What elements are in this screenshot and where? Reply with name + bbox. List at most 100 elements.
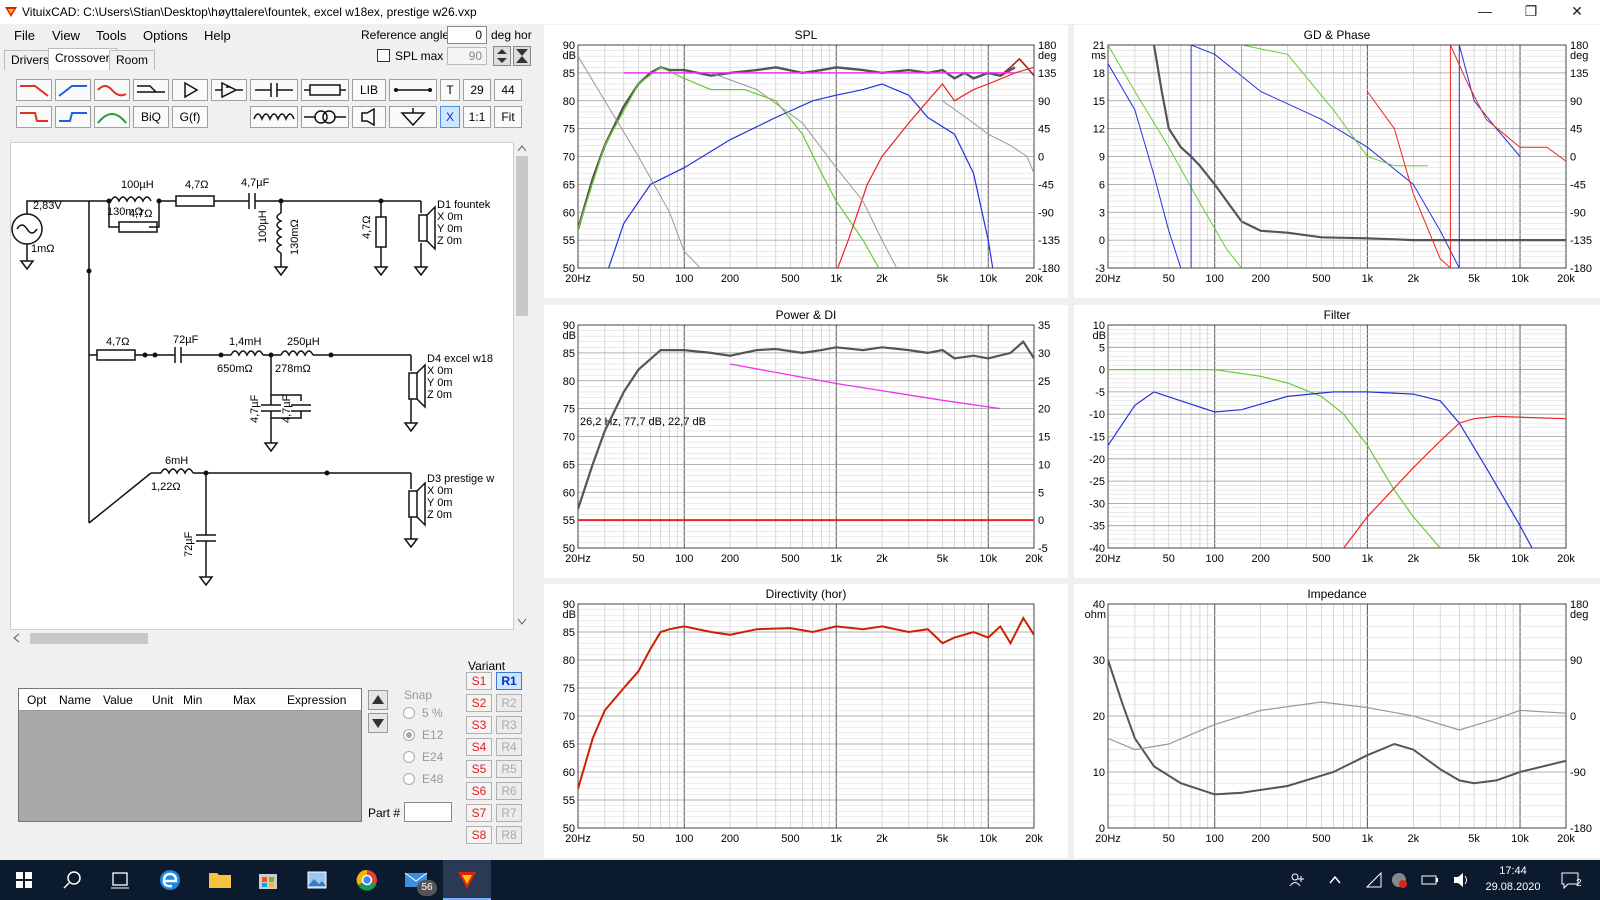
people-icon[interactable] — [1288, 871, 1306, 889]
edge-taskbar-button[interactable] — [146, 860, 194, 900]
driver-d1-label[interactable]: D1 fountek — [437, 199, 490, 211]
close-button[interactable]: ✕ — [1554, 0, 1600, 24]
start-button[interactable] — [0, 860, 48, 900]
impedance-chart[interactable]: Impedance 40 180 30 90 20 0 10 -90 0 -180 ohm deg 20… — [1074, 584, 1600, 858]
tab-crossover[interactable]: Crossover — [48, 48, 117, 70]
shelf-button[interactable] — [133, 79, 169, 101]
variant-s5-button[interactable]: S5 — [466, 760, 492, 778]
col-opt[interactable]: Opt — [27, 693, 46, 707]
optimizer-table[interactable]: Opt Name Value Unit Min Max Expression — [18, 688, 362, 822]
variant-s7-button[interactable]: S7 — [466, 804, 492, 822]
ground-button[interactable] — [389, 106, 437, 128]
snap-e48-radio[interactable] — [403, 773, 415, 785]
variant-r4-button[interactable]: R4 — [496, 738, 522, 756]
menu-file[interactable]: File — [14, 28, 35, 43]
variant-r8-button[interactable]: R8 — [496, 826, 522, 844]
schematic-horizontal-scrollbar[interactable] — [10, 630, 514, 646]
transfer-function-button[interactable]: G(f) — [172, 106, 208, 128]
snap-e12-radio[interactable] — [403, 729, 415, 741]
biquad-button[interactable]: BiQ — [133, 106, 169, 128]
variant-s6-button[interactable]: S6 — [466, 782, 492, 800]
file-explorer-taskbar-button[interactable] — [196, 860, 244, 900]
chevron-up-icon[interactable] — [1328, 873, 1342, 887]
move-up-button[interactable] — [368, 690, 388, 710]
col-min[interactable]: Min — [183, 693, 202, 707]
notch-button[interactable] — [94, 79, 130, 101]
volume-icon[interactable] — [1452, 871, 1470, 889]
library-button[interactable]: LIB — [352, 79, 386, 101]
part-number-input[interactable] — [404, 802, 452, 822]
menu-help[interactable]: Help — [204, 28, 231, 43]
search-button[interactable] — [48, 860, 96, 900]
menu-view[interactable]: View — [52, 28, 80, 43]
lowpass-2-button[interactable] — [16, 106, 52, 128]
capacitor-button[interactable] — [250, 79, 298, 101]
variant-s8-button[interactable]: S8 — [466, 826, 492, 844]
vituixcad-taskbar-button[interactable] — [443, 860, 491, 900]
horizontal-scroll-thumb[interactable] — [30, 633, 148, 644]
clock-date[interactable]: 29.08.2020 — [1478, 881, 1548, 893]
chrome-taskbar-button[interactable] — [343, 860, 391, 900]
value-44-button[interactable]: 44 — [494, 79, 522, 101]
collapse-button[interactable] — [513, 46, 531, 66]
move-down-button[interactable] — [368, 713, 388, 733]
col-max[interactable]: Max — [233, 693, 256, 707]
vertical-scroll-thumb[interactable] — [516, 156, 528, 316]
buffer-button[interactable] — [172, 79, 208, 101]
variant-s4-button[interactable]: S4 — [466, 738, 492, 756]
variant-s3-button[interactable]: S3 — [466, 716, 492, 734]
variant-r6-button[interactable]: R6 — [496, 782, 522, 800]
mail-taskbar-button[interactable]: 56 — [393, 860, 441, 900]
battery-icon[interactable] — [1420, 872, 1440, 888]
up-down-spinner[interactable] — [493, 46, 511, 66]
variant-r5-button[interactable]: R5 — [496, 760, 522, 778]
maximize-button[interactable]: ❐ — [1508, 0, 1554, 24]
zoom-1-1-button[interactable]: 1:1 — [463, 106, 491, 128]
variant-s2-button[interactable]: S2 — [466, 694, 492, 712]
value-29-button[interactable]: 29 — [463, 79, 491, 101]
driver-d4-label[interactable]: D4 excel w18 — [427, 353, 493, 365]
lowpass-1-button[interactable] — [16, 79, 52, 101]
inductor-button[interactable] — [250, 106, 298, 128]
variant-s1-button[interactable]: S1 — [466, 672, 492, 690]
power-di-chart[interactable]: Power & DI 90 35 85 30 80 25 75 20 70 15 65 10 60 5 55… — [544, 305, 1068, 578]
x-toggle-button[interactable]: X — [440, 106, 460, 128]
zoom-fit-button[interactable]: Fit — [494, 106, 522, 128]
schematic-vertical-scrollbar[interactable] — [514, 142, 530, 630]
scroll-down-icon[interactable] — [517, 618, 527, 626]
network-icon[interactable] — [1365, 871, 1383, 889]
driver-d3-label[interactable]: D3 prestige w — [427, 473, 494, 485]
filter-chart[interactable]: Filter 10 5 0 -5 -10 -15 -20 -25 -30 -35 -40 dB 20Hz… — [1074, 305, 1600, 578]
task-view-button[interactable] — [96, 860, 144, 900]
transformer-button[interactable] — [301, 106, 349, 128]
antivirus-warning-icon[interactable] — [1390, 871, 1408, 889]
gd-phase-chart[interactable]: GD & Phase 21 180 18 135 15 90 12 45 9 0 6 -45 3 -90 0… — [1074, 25, 1600, 298]
driver-button[interactable] — [352, 106, 386, 128]
col-name[interactable]: Name — [59, 693, 91, 707]
highpass-2-button[interactable] — [55, 106, 91, 128]
col-expression[interactable]: Expression — [287, 693, 346, 707]
col-value[interactable]: Value — [103, 693, 133, 707]
highpass-1-button[interactable] — [55, 79, 91, 101]
directivity-chart[interactable]: Directivity (hor) 90 85 80 75 70 65 60 55 50 dB 20… — [544, 584, 1068, 858]
spl-max-checkbox[interactable] — [377, 49, 390, 62]
variant-r7-button[interactable]: R7 — [496, 804, 522, 822]
opamp-button[interactable] — [211, 79, 247, 101]
variant-r2-button[interactable]: R2 — [496, 694, 522, 712]
wire-button[interactable] — [389, 79, 437, 101]
store-taskbar-button[interactable] — [244, 860, 292, 900]
snap-5-radio[interactable] — [403, 707, 415, 719]
spl-chart[interactable]: SPL 90 180 85 135 80 90 75 45 70 0 65 -45 60 -90 55 -13… — [544, 25, 1068, 298]
resistor-button[interactable] — [301, 79, 349, 101]
scroll-up-icon[interactable] — [517, 144, 527, 152]
minimize-button[interactable]: — — [1462, 0, 1508, 24]
col-unit[interactable]: Unit — [152, 693, 173, 707]
reference-angle-input[interactable]: 0 — [447, 26, 487, 44]
variant-r3-button[interactable]: R3 — [496, 716, 522, 734]
bandpass-button[interactable] — [94, 106, 130, 128]
scroll-left-icon[interactable] — [12, 633, 20, 643]
variant-r1-button[interactable]: R1 — [496, 672, 522, 690]
menu-tools[interactable]: Tools — [96, 28, 126, 43]
text-button[interactable]: T — [440, 79, 460, 101]
tab-room[interactable]: Room — [109, 50, 156, 70]
